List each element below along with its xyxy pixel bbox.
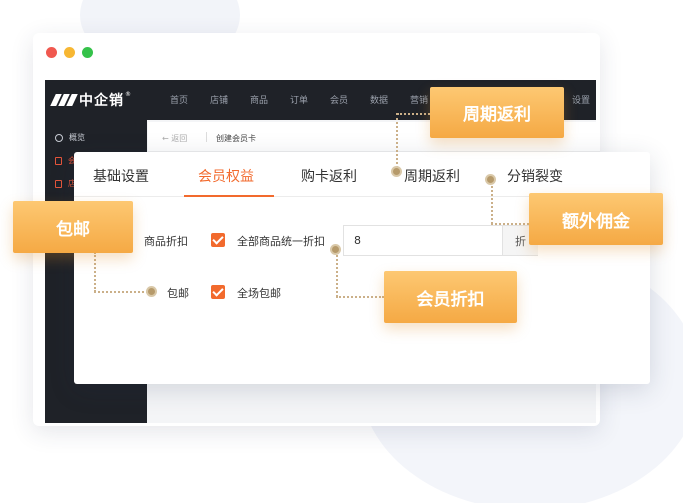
callout-extra-commission: 额外佣金 <box>529 193 663 245</box>
nav-item-settings[interactable]: 设置 <box>572 93 590 106</box>
window-minimize-dot[interactable] <box>64 47 75 58</box>
discount-checkbox[interactable] <box>211 233 225 247</box>
connector-line <box>491 181 493 224</box>
connector-line <box>336 296 384 298</box>
connector-line <box>491 223 529 225</box>
doc-icon <box>55 179 62 188</box>
marker-dot <box>330 244 341 255</box>
callout-free-shipping: 包邮 <box>13 201 133 253</box>
nav-item-members[interactable]: 会员 <box>330 93 348 106</box>
tab-purchase-rebate[interactable]: 购卡返利 <box>301 166 357 186</box>
window-maximize-dot[interactable] <box>82 47 93 58</box>
logo-text: 中企销 <box>79 93 124 109</box>
window-close-dot[interactable] <box>46 47 57 58</box>
marker-dot <box>391 166 402 177</box>
shipping-checkbox[interactable] <box>211 285 225 299</box>
connector-line <box>336 250 338 297</box>
logo-mark-icon <box>50 94 78 106</box>
logo[interactable]: 中企销 ® <box>50 90 131 110</box>
tab-periodic-rebate[interactable]: 周期返利 <box>404 166 460 186</box>
connector-line <box>396 113 398 168</box>
nav-item-home[interactable]: 首页 <box>170 93 188 106</box>
discount-label: 商品折扣 <box>144 235 188 248</box>
registered-mark: ® <box>125 90 131 98</box>
sidebar-item-store[interactable]: 店 <box>55 178 76 189</box>
doc-icon <box>55 156 62 165</box>
sidebar-item-label: 概览 <box>69 133 85 142</box>
sidebar-item-member[interactable]: 会 <box>55 155 76 166</box>
nav-item-products[interactable]: 商品 <box>250 93 268 106</box>
shipping-checkbox-label: 全场包邮 <box>237 287 281 300</box>
tab-basic-settings[interactable]: 基础设置 <box>93 166 149 186</box>
sidebar-item-overview[interactable]: 概览 <box>55 132 85 143</box>
tab-distribution[interactable]: 分销裂变 <box>507 166 563 186</box>
back-link[interactable]: ← 返回 <box>162 133 187 144</box>
active-tab-indicator <box>184 195 274 197</box>
callout-member-discount: 会员折扣 <box>384 271 517 323</box>
tab-member-benefits[interactable]: 会员权益 <box>198 166 254 186</box>
nav-item-orders[interactable]: 订单 <box>290 93 308 106</box>
discount-checkbox-label: 全部商品统一折扣 <box>237 235 325 248</box>
clock-icon <box>55 133 63 142</box>
marker-dot <box>146 286 157 297</box>
marker-dot <box>485 174 496 185</box>
nav-item-data[interactable]: 数据 <box>370 93 388 106</box>
connector-line <box>397 113 430 115</box>
tab-bar: 基础设置 会员权益 购卡返利 周期返利 分销裂变 <box>74 152 650 197</box>
divider <box>206 132 207 142</box>
member-card-settings-panel: 基础设置 会员权益 购卡返利 周期返利 分销裂变 商品折扣 全部商品统一折扣 8… <box>74 152 650 384</box>
page-title: 创建会员卡 <box>216 134 256 143</box>
shipping-label: 包邮 <box>167 287 189 300</box>
callout-periodic-rebate: 周期返利 <box>430 87 564 138</box>
nav-item-marketing[interactable]: 营销 <box>410 93 428 106</box>
connector-line <box>94 252 96 292</box>
connector-line <box>94 291 148 293</box>
nav-item-store[interactable]: 店铺 <box>210 93 228 106</box>
